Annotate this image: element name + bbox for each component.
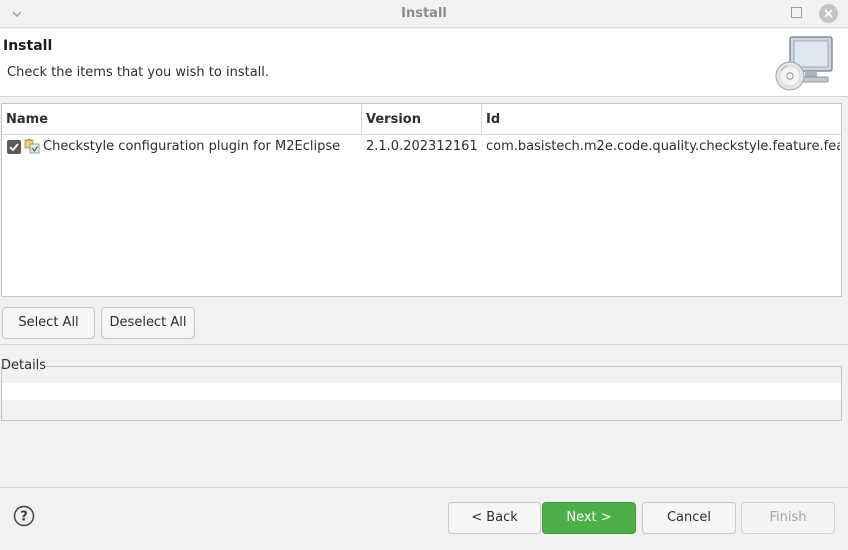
table-row[interactable]: Checkstyle configuration plugin for M2Ec… [2, 136, 841, 160]
feature-icon [24, 138, 41, 155]
next-button[interactable]: Next > [542, 502, 636, 534]
help-icon[interactable]: ? [13, 505, 35, 527]
deselect-all-button[interactable]: Deselect All [101, 307, 195, 339]
close-icon[interactable] [819, 4, 838, 23]
item-checkbox[interactable] [7, 140, 21, 154]
details-group-border [44, 366, 842, 367]
separator [0, 344, 848, 345]
item-id: com.basistech.m2e.code.quality.checkstyl… [486, 139, 840, 154]
wizard-header: Install Check the items that you wish to… [0, 29, 848, 97]
page-title: Install [3, 38, 53, 54]
maximize-icon[interactable] [791, 7, 802, 18]
page-message: Check the items that you wish to install… [7, 65, 270, 80]
footer-separator [0, 487, 848, 488]
table-header: Name Version Id [2, 104, 841, 135]
item-name: Checkstyle configuration plugin for M2Ec… [43, 139, 341, 154]
details-text [2, 383, 841, 400]
title-bar: Install [0, 0, 848, 28]
install-items-table[interactable]: Name Version Id Checkstyle configuration… [1, 103, 842, 297]
column-header-id[interactable]: Id [482, 104, 841, 135]
finish-button[interactable]: Finish [741, 502, 835, 534]
column-header-version[interactable]: Version [362, 104, 482, 135]
select-all-button[interactable]: Select All [2, 307, 95, 339]
details-label: Details [1, 358, 47, 373]
back-button[interactable]: < Back [448, 502, 541, 534]
svg-text:?: ? [20, 510, 28, 525]
cancel-button[interactable]: Cancel [642, 502, 736, 534]
item-version: 2.1.0.202312161 [366, 139, 478, 154]
install-wizard-icon [772, 34, 836, 94]
column-header-name[interactable]: Name [2, 104, 362, 135]
window-title: Install [401, 6, 447, 21]
